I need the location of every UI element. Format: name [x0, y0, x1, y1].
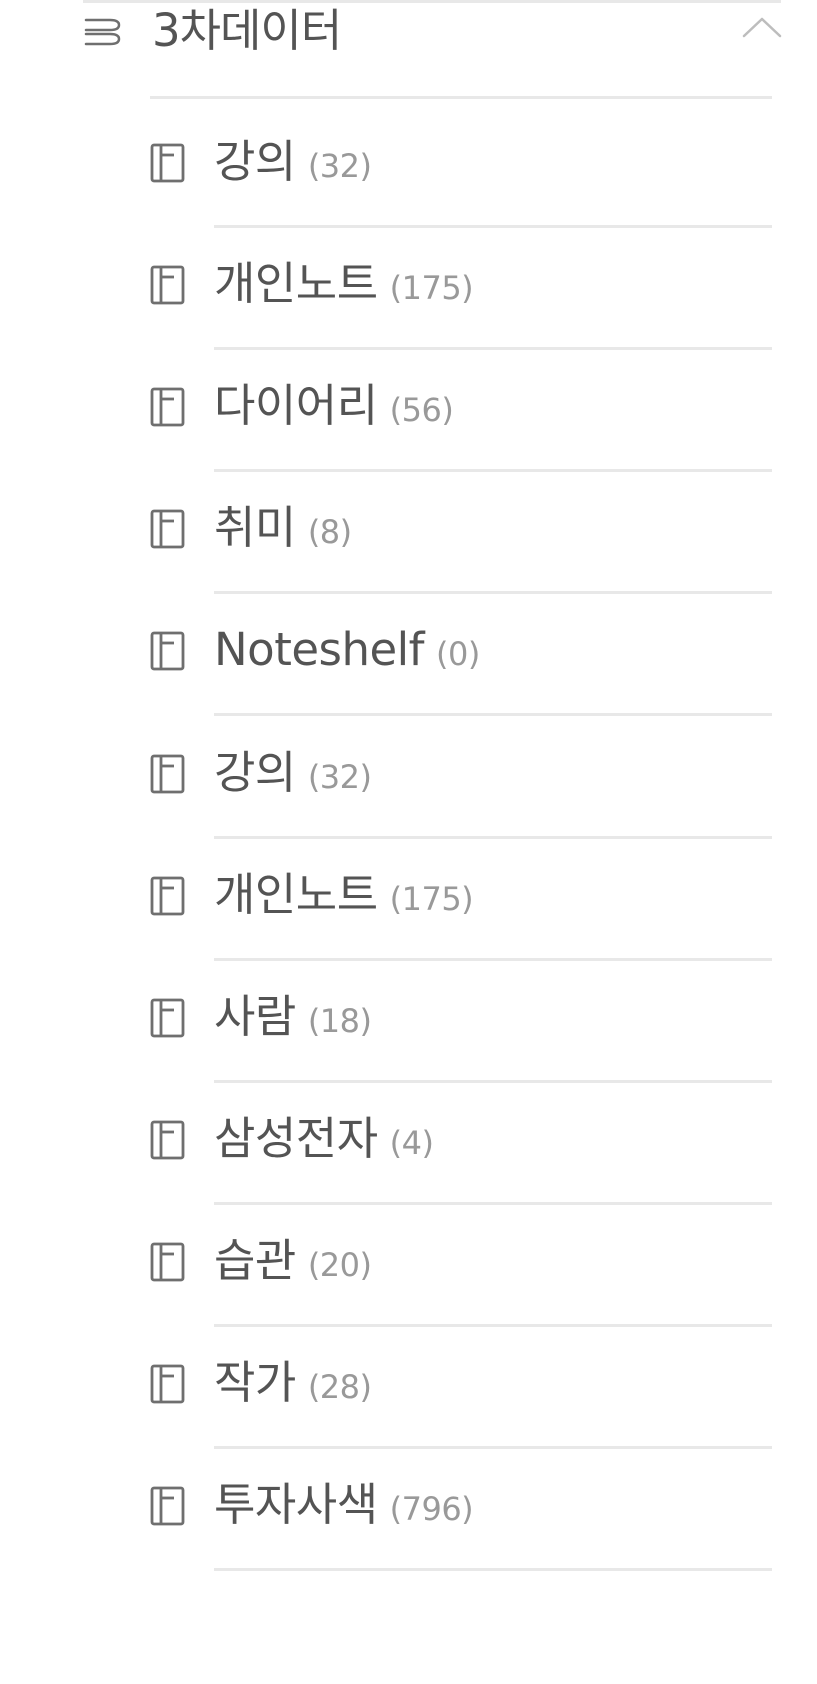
notebook-label-group: 습관 (20): [214, 1233, 372, 1287]
notebook-count: (175): [389, 879, 474, 918]
notebook-label-group: 개인노트 (175): [214, 867, 474, 921]
notebook-label-group: 투자사색 (796): [214, 1478, 474, 1532]
notebook-name: 취미: [214, 501, 296, 555]
notebook-name: 사람: [214, 989, 296, 1043]
notebook-name: 삼성전자: [214, 1111, 378, 1165]
notebook-count: (20): [307, 1245, 372, 1284]
notebook-name: 강의: [214, 745, 296, 799]
notebook-label-group: 개인노트 (175): [214, 257, 474, 311]
stack-icon: [84, 18, 121, 46]
notebook-count: (32): [307, 147, 372, 185]
notebook-item[interactable]: 강의 (32): [150, 96, 772, 228]
notebook-item[interactable]: 투자사색 (796): [150, 1439, 772, 1572]
notebook-label-group: Noteshelf (0): [214, 624, 480, 676]
notebook-item[interactable]: 강의 (32): [150, 707, 772, 839]
notebook-count: (32): [307, 757, 372, 796]
chevron-up-icon[interactable]: [741, 14, 783, 42]
notebook-icon: [150, 1120, 185, 1160]
notebook-name: 개인노트: [214, 867, 378, 921]
notebook-count: (4): [389, 1123, 434, 1162]
notebook-item[interactable]: 삼성전자 (4): [150, 1073, 772, 1205]
notebook-name: 다이어리: [214, 379, 378, 433]
notebook-name: 습관: [214, 1233, 296, 1287]
notebook-icon: [150, 143, 185, 183]
notebook-count: (0): [436, 635, 480, 674]
notebook-label-group: 삼성전자 (4): [214, 1111, 434, 1165]
notebook-icon: [150, 387, 185, 427]
notebook-label-group: 다이어리 (56): [214, 379, 454, 433]
notebook-icon: [150, 631, 185, 671]
notebook-name: 강의: [214, 135, 296, 188]
notebook-item[interactable]: 개인노트 (175): [150, 218, 772, 351]
notebook-label-group: 강의 (32): [214, 745, 372, 799]
notebook-name: 작가: [214, 1356, 296, 1409]
notebook-count: (796): [389, 1490, 474, 1529]
notebook-item[interactable]: 취미 (8): [150, 462, 772, 595]
notebook-icon: [150, 998, 185, 1038]
notebook-label-group: 작가 (28): [214, 1357, 372, 1409]
notebook-name: Noteshelf: [214, 623, 425, 677]
notebook-item[interactable]: 개인노트 (175): [150, 829, 772, 961]
notebook-count: (8): [307, 513, 352, 552]
notebook-item[interactable]: 다이어리 (56): [150, 340, 772, 473]
notebook-stack-header[interactable]: 3차데이터: [83, 0, 783, 62]
notebook-icon: [150, 265, 185, 305]
notebook-name: 개인노트: [214, 257, 378, 311]
notebook-icon: [150, 754, 185, 793]
notebook-item[interactable]: Noteshelf (0): [150, 584, 772, 717]
notebook-item[interactable]: 사람 (18): [150, 951, 772, 1083]
stack-title: 3차데이터: [152, 4, 342, 57]
notebook-icon: [150, 1242, 185, 1282]
notebook-icon: [150, 509, 185, 549]
notebook-label-group: 사람 (18): [214, 989, 372, 1043]
notebook-item[interactable]: 습관 (20): [150, 1195, 772, 1327]
notebook-icon: [150, 1364, 185, 1404]
notebook-label-group: 취미 (8): [214, 502, 352, 554]
notebook-icon: [150, 1486, 185, 1526]
notebook-label-group: 강의 (32): [214, 136, 372, 188]
notebook-count: (28): [307, 1368, 372, 1406]
notebook-count: (175): [389, 269, 474, 308]
notebook-count: (56): [389, 391, 454, 430]
notebook-name: 투자사색: [214, 1478, 378, 1532]
notebook-item[interactable]: 작가 (28): [150, 1317, 772, 1449]
notebook-count: (18): [307, 1001, 372, 1040]
notebook-icon: [150, 876, 185, 915]
